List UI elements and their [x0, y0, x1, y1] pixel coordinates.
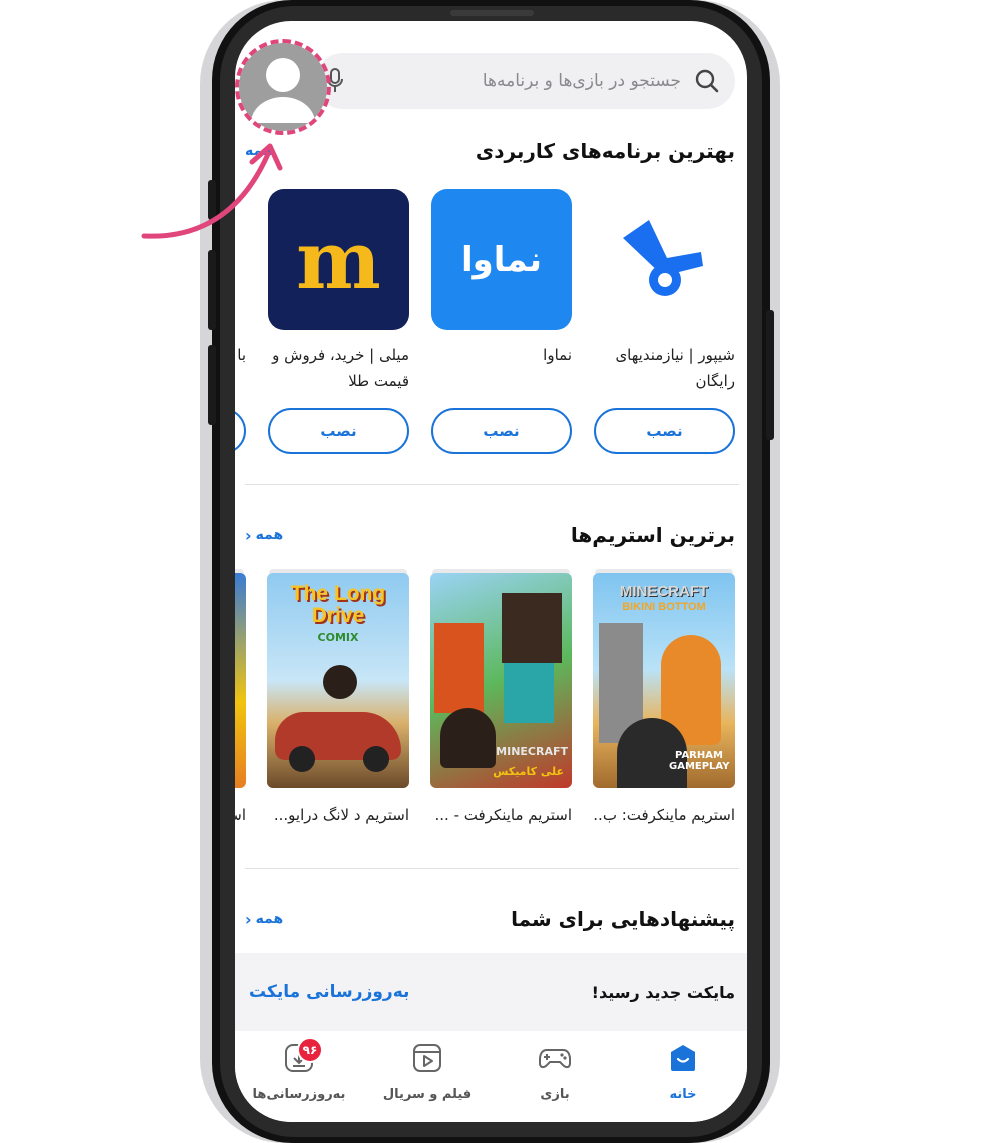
app-name: میلی | خرید، فروش و قیمت طلا: [272, 346, 409, 390]
install-button[interactable]: نصب: [235, 408, 246, 454]
app-card[interactable]: شیپور | نیازمندیهای رایگان نصب: [594, 189, 735, 454]
thumb-character-body: [504, 663, 554, 723]
thumb-mob: [434, 623, 484, 713]
section-title: برترین استریم‌ها: [570, 523, 735, 547]
home-icon: [666, 1041, 700, 1075]
nav-label: بازی: [540, 1087, 570, 1102]
see-all-link[interactable]: همه ‹: [245, 526, 283, 545]
phone-volume-down-button: [208, 345, 216, 425]
update-message: مایکت جدید رسید!: [591, 982, 735, 1002]
search-placeholder: جستجو در بازی‌ها و برنامه‌ها: [482, 71, 681, 91]
sheypoor-horn-icon[interactable]: [594, 189, 735, 330]
namava-logo-text: نماوا: [460, 239, 543, 280]
thumb-caption: علی کامیکس: [493, 765, 564, 778]
stream-name: اس: [235, 806, 246, 824]
streams-section-header: برترین استریم‌ها همه ‹: [245, 523, 735, 547]
suggestions-section-header: پیشنهادهایی برای شما همه ‹: [245, 907, 735, 931]
nav-item-updates[interactable]: ۹۶ به‌روزرسانی‌ها: [235, 1037, 363, 1102]
bottom-navigation: خانه بازی فیلم و سریال ۹۶ به‌روزرسانی‌ها: [235, 1031, 747, 1122]
nav-item-movies[interactable]: فیلم و سریال: [363, 1041, 491, 1102]
nav-label: فیلم و سریال: [382, 1087, 472, 1102]
app-name: شیپور | نیازمندیهای رایگان: [615, 346, 735, 390]
thumb-subtitle: COMIX: [317, 631, 359, 644]
chevron-left-icon: ‹: [245, 909, 252, 929]
thumb-caption: PARHAM GAMEPLAY: [669, 750, 730, 772]
stream-card[interactable]: The Long Drive COMIX استریم د لانگ درایو…: [267, 573, 409, 824]
install-button[interactable]: نصب: [594, 408, 735, 454]
section-title: بهترین برنامه‌های کاربردی: [475, 139, 735, 163]
thumb-title: MINECRAFT: [496, 745, 568, 758]
thumb-person: [323, 665, 357, 699]
nav-label: خانه: [669, 1087, 697, 1102]
avatar-highlight-ring: [235, 39, 331, 135]
app-screen: جستجو در بازی‌ها و برنامه‌ها بهترین برنا…: [235, 21, 747, 1122]
chevron-left-icon: ‹: [245, 525, 252, 545]
nav-label: به‌روزرسانی‌ها: [252, 1087, 346, 1102]
update-myket-link[interactable]: به‌روزرسانی مایکت: [249, 982, 409, 1002]
streams-list: MINECRAFT BIKINI BOTTOM PARHAM GAMEPLAY …: [235, 573, 735, 824]
stream-card[interactable]: MINECRAFT BIKINI BOTTOM PARHAM GAMEPLAY …: [593, 573, 735, 824]
pointer-arrow-icon: [141, 143, 283, 239]
stream-name: استریم ماینکرفت - ...: [434, 806, 572, 824]
thumb-car-wheel: [363, 746, 389, 772]
apps-list: شیپور | نیازمندیهای رایگان نصب نماوا نما…: [235, 189, 735, 454]
section-title: پیشنهادهایی برای شما: [511, 907, 735, 931]
stream-name: استریم د لانگ درایو...: [273, 806, 409, 824]
phone-volume-up-button: [208, 250, 216, 330]
thumb-character-head: [502, 593, 562, 663]
nav-item-home[interactable]: خانه: [619, 1041, 747, 1102]
milli-logo-text: m: [296, 212, 381, 307]
thumb-title: MINECRAFT: [619, 583, 709, 600]
install-button[interactable]: نصب: [268, 408, 409, 454]
app-name: با ها: [235, 346, 246, 364]
thumb-title: The Long Drive: [290, 582, 386, 627]
see-all-link[interactable]: همه ‹: [245, 910, 283, 929]
stream-card[interactable]: MINECRAFT علی کامیکس استریم ماینکرفت - .…: [430, 573, 572, 824]
stream-thumbnail: The Long Drive COMIX: [267, 573, 409, 788]
phone-speaker: [450, 10, 534, 16]
app-name: نماوا: [543, 346, 572, 364]
thumb-person: [440, 708, 496, 768]
app-card[interactable]: نماوا نماوا نصب: [431, 189, 572, 454]
stream-thumbnail: MINECRAFT علی کامیکس: [430, 573, 572, 788]
stream-card[interactable]: اس: [235, 573, 246, 824]
nav-item-games[interactable]: بازی: [491, 1041, 619, 1102]
updates-count-badge: ۹۶: [297, 1037, 323, 1063]
update-banner: مایکت جدید رسید! به‌روزرسانی مایکت: [235, 953, 747, 1031]
apps-section-header: بهترین برنامه‌های کاربردی همه: [245, 139, 735, 163]
see-all-label: همه: [255, 911, 284, 927]
stream-thumbnail: [235, 573, 246, 788]
section-divider: [245, 484, 739, 485]
stream-name: استریم ماینکرفت: ب..: [593, 806, 735, 824]
see-all-label: همه: [255, 527, 284, 543]
stream-thumbnail: MINECRAFT BIKINI BOTTOM PARHAM GAMEPLAY: [593, 573, 735, 788]
gamepad-icon: [538, 1041, 572, 1075]
video-icon: [410, 1041, 444, 1075]
search-bar[interactable]: جستجو در بازی‌ها و برنامه‌ها: [315, 53, 735, 109]
thumb-car-wheel: [289, 746, 315, 772]
search-icon[interactable]: [693, 67, 721, 95]
namava-logo-icon[interactable]: نماوا: [431, 189, 572, 330]
section-divider: [245, 868, 739, 869]
thumb-subtitle: BIKINI BOTTOM: [622, 601, 706, 613]
install-button[interactable]: نصب: [431, 408, 572, 454]
phone-power-button: [766, 310, 774, 440]
